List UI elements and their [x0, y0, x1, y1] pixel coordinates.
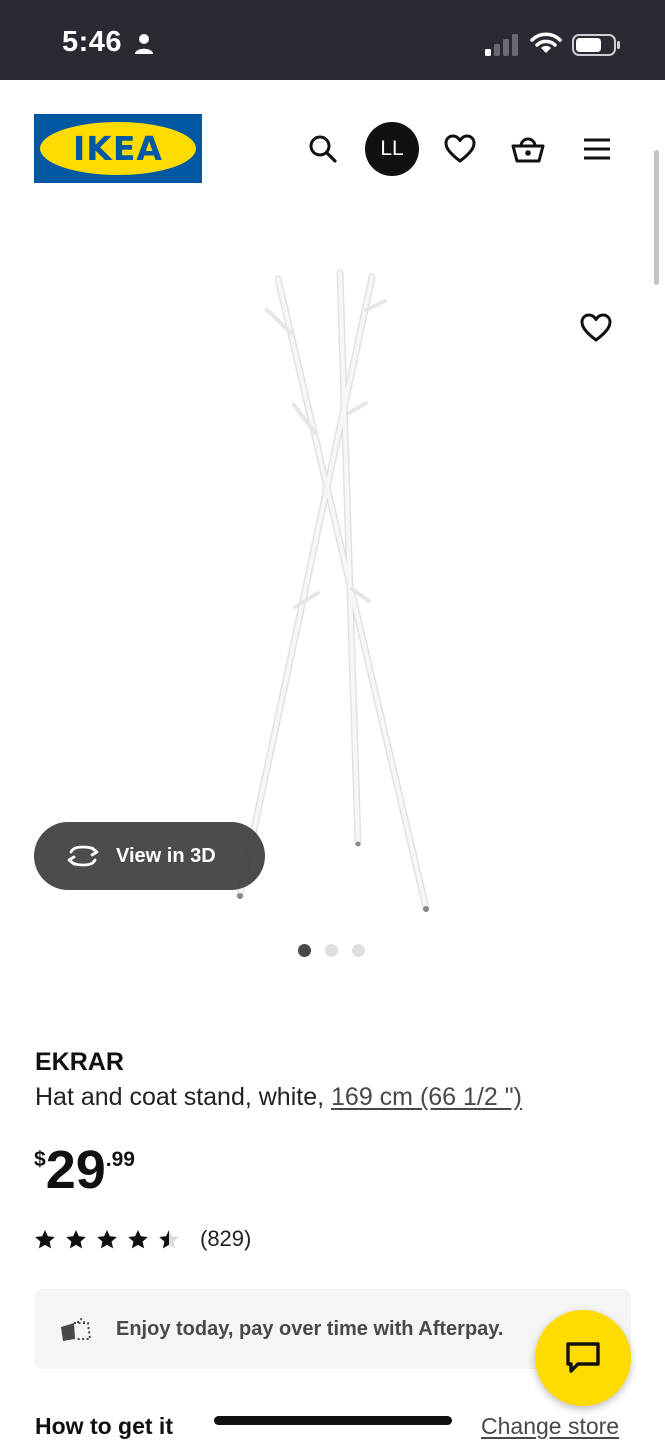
carousel-dot[interactable] — [352, 944, 365, 957]
scrollbar-thumb[interactable] — [654, 150, 659, 285]
home-indicator[interactable] — [214, 1416, 452, 1425]
battery-icon — [572, 33, 622, 62]
product-measurement-link[interactable]: 169 cm (66 1/2 ") — [331, 1083, 522, 1111]
price-currency: $ — [34, 1148, 46, 1171]
star-icon — [35, 1229, 55, 1248]
avatar[interactable]: LL — [365, 122, 419, 176]
view-in-3d-label: View in 3D — [116, 844, 216, 867]
search-icon[interactable] — [296, 122, 350, 176]
logo-wordmark: IKEA — [73, 129, 163, 168]
payment-icon — [61, 1318, 92, 1341]
product-name: EKRAR — [35, 1048, 124, 1076]
price-decimals: .99 — [105, 1148, 135, 1171]
rating-stars — [34, 1229, 180, 1250]
basket-icon[interactable] — [501, 122, 555, 176]
product-price: $ 29 .99 — [34, 1140, 135, 1200]
rotate-3d-icon — [67, 845, 99, 867]
star-icon — [66, 1229, 86, 1248]
carousel-dot[interactable] — [325, 944, 338, 957]
chat-icon — [566, 1342, 600, 1373]
wifi-icon — [530, 31, 562, 60]
person-icon — [134, 33, 154, 60]
carousel-dot[interactable] — [298, 944, 311, 957]
price-integer: 29 — [45, 1140, 106, 1200]
star-icon — [128, 1229, 148, 1248]
add-to-favourites-button[interactable] — [572, 304, 620, 352]
cellular-signal-icon — [485, 34, 521, 61]
status-time: 5:46 — [62, 26, 123, 58]
afterpay-text: Enjoy today, pay over time with Afterpay… — [116, 1317, 504, 1340]
status-bar: 5:46 — [0, 0, 665, 80]
star-icon — [97, 1229, 117, 1248]
menu-icon[interactable] — [570, 122, 624, 176]
heart-icon — [580, 313, 612, 342]
half-star-icon — [159, 1229, 179, 1248]
chat-button[interactable] — [535, 1310, 631, 1406]
heart-icon[interactable] — [433, 122, 487, 176]
change-store-link[interactable]: Change store — [481, 1413, 619, 1440]
how-to-get-it-heading: How to get it — [35, 1413, 173, 1439]
ikea-logo[interactable]: IKEA — [34, 114, 202, 183]
view-in-3d-button[interactable]: View in 3D — [34, 822, 265, 890]
product-type: Hat and coat stand, white, — [35, 1083, 332, 1111]
product-rating[interactable]: (829) — [34, 1226, 251, 1252]
product-description: Hat and coat stand, white, 169 cm (66 1/… — [35, 1083, 522, 1112]
carousel-dots — [298, 944, 365, 957]
review-count[interactable]: (829) — [200, 1226, 251, 1252]
